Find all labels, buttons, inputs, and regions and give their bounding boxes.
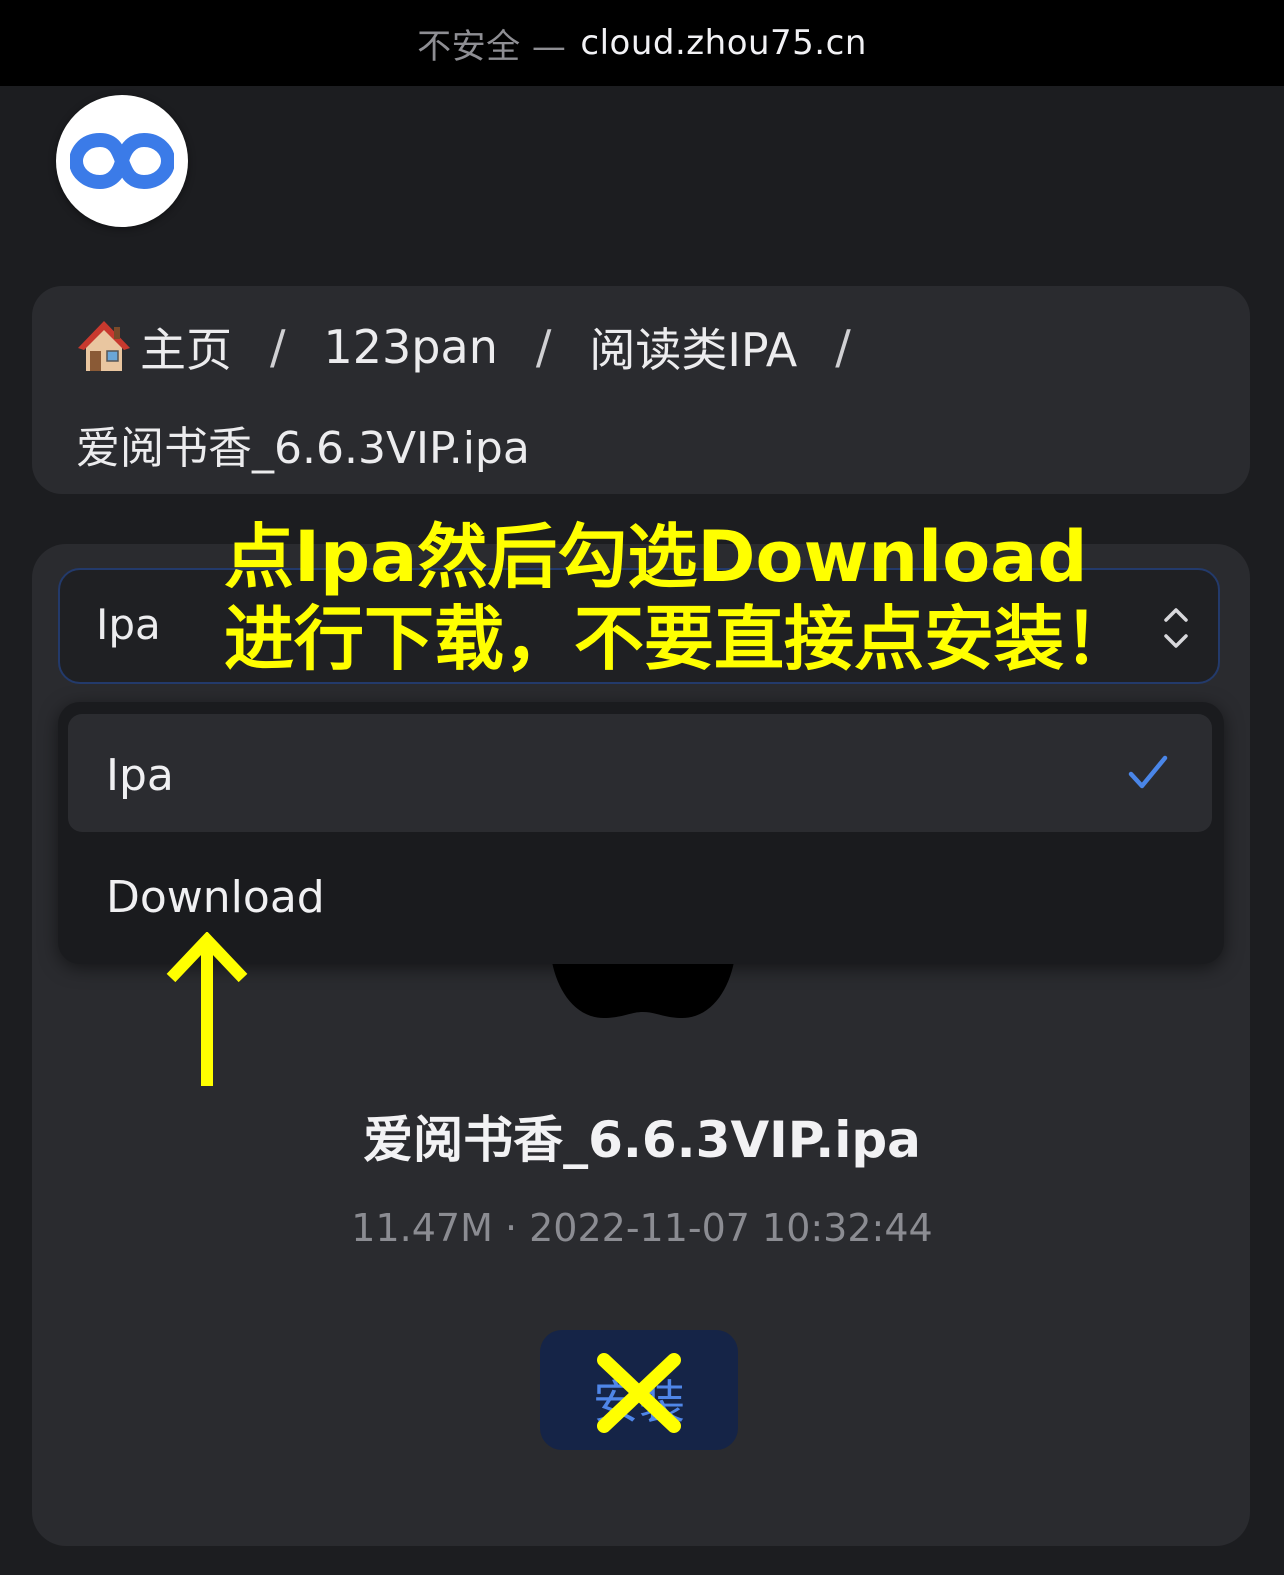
chevron-up-down-icon	[1164, 608, 1188, 648]
breadcrumb: 主页 / 123pan / 阅读类IPA / 爱阅书香_6.6.3VIP.ipa	[32, 286, 1250, 494]
breadcrumb-reading-ipa[interactable]: 阅读类IPA	[589, 314, 797, 380]
breadcrumb-separator: /	[535, 320, 552, 374]
breadcrumb-current-file: 爱阅书香_6.6.3VIP.ipa	[76, 423, 530, 474]
cross-annotation-icon	[597, 1353, 681, 1433]
house-icon[interactable]	[76, 319, 132, 375]
mode-dropdown: Ipa Download	[58, 702, 1224, 964]
mode-select-value: Ipa	[96, 600, 161, 649]
file-name: 爱阅书香_6.6.3VIP.ipa	[363, 1111, 921, 1169]
instruction-annotation: 点Ipa然后勾选Download 进行下载，不要直接点安装！	[224, 516, 1134, 680]
breadcrumb-separator: /	[835, 320, 851, 374]
annotation-line-1: 点Ipa然后勾选Download	[224, 516, 1088, 598]
url-bar[interactable]: 不安全 — cloud.zhou75.cn	[0, 0, 1284, 86]
option-label: Ipa	[106, 750, 174, 801]
breadcrumb-123pan[interactable]: 123pan	[324, 320, 498, 374]
breadcrumb-home[interactable]: 主页	[140, 314, 232, 380]
insecure-label: 不安全 —	[417, 26, 567, 67]
option-ipa[interactable]: Ipa	[68, 714, 1212, 832]
file-meta: 11.47M · 2022-11-07 10:32:44	[351, 1206, 933, 1250]
option-label: Download	[106, 872, 325, 923]
checkmark-icon	[1128, 755, 1168, 789]
url-domain: cloud.zhou75.cn	[580, 23, 867, 63]
infinity-logo-icon	[70, 133, 174, 189]
apple-icon	[552, 962, 734, 1018]
annotation-line-2: 进行下载，不要直接点安装！	[224, 598, 1134, 680]
arrow-up-icon	[166, 932, 248, 1086]
breadcrumb-separator: /	[270, 320, 286, 374]
site-logo[interactable]	[56, 95, 188, 227]
